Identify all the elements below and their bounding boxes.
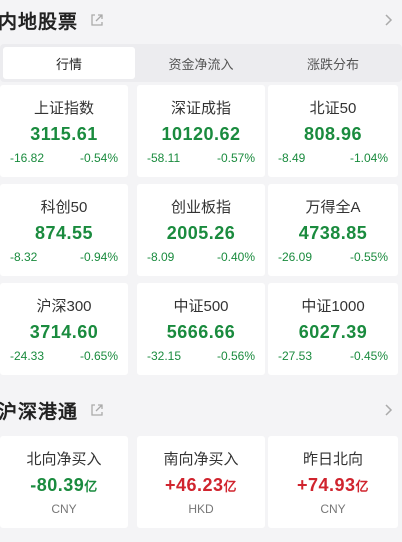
- flow-value: +46.23: [164, 475, 224, 495]
- index-card[interactable]: 创业板指 2005.26 -8.09 -0.40%: [137, 184, 265, 276]
- flow-card[interactable]: 昨日北向 +74.93亿 CNY: [268, 436, 398, 528]
- index-price: 4738.85: [298, 223, 368, 243]
- index-change-pct: -0.54%: [79, 151, 118, 165]
- index-price: 3115.61: [30, 124, 98, 144]
- index-change: -8.32: [10, 250, 38, 264]
- external-link-icon[interactable]: [90, 403, 104, 417]
- flow-value-row: +74.93亿: [268, 475, 398, 496]
- index-change-pct: -0.65%: [79, 349, 118, 363]
- chevron-right-icon[interactable]: [384, 13, 394, 27]
- index-price: 808.96: [303, 124, 363, 144]
- index-name: 万得全A: [305, 199, 361, 216]
- index-card[interactable]: 中证500 5666.66 -32.15 -0.56%: [137, 283, 265, 375]
- index-change: -16.82: [10, 151, 45, 165]
- index-card[interactable]: 万得全A 4738.85 -26.09 -0.55%: [268, 184, 398, 276]
- index-price: 6027.39: [298, 322, 368, 342]
- index-card[interactable]: 中证1000 6027.39 -27.53 -0.45%: [268, 283, 398, 375]
- index-name: 深证成指: [170, 100, 231, 117]
- connect-title: 沪深港通: [0, 401, 79, 423]
- index-change: -8.09: [147, 250, 175, 264]
- flow-card[interactable]: 南向净买入 +46.23亿 HKD: [137, 436, 265, 528]
- index-price: 874.55: [34, 223, 94, 243]
- index-name: 科创50: [40, 199, 88, 216]
- index-change-pct: -0.55%: [349, 250, 388, 264]
- index-change-pct: -0.94%: [79, 250, 118, 264]
- index-price: 2005.26: [166, 223, 236, 243]
- tab-net-inflow[interactable]: 资金净流入: [135, 47, 267, 79]
- index-card[interactable]: 深证成指 10120.62 -58.11 -0.57%: [137, 85, 265, 177]
- index-name: 上证指数: [33, 100, 94, 117]
- index-change-row: -8.49 -1.04%: [268, 151, 398, 165]
- flow-unit: 亿: [84, 479, 98, 494]
- market-tabs: 行情 资金净流入 涨跌分布: [0, 44, 402, 82]
- index-change-row: -24.33 -0.65%: [0, 349, 128, 363]
- index-name: 中证1000: [301, 298, 365, 315]
- index-change-row: -26.09 -0.55%: [268, 250, 398, 264]
- index-card[interactable]: 北证50 808.96 -8.49 -1.04%: [268, 85, 398, 177]
- flow-value: -80.39: [30, 475, 85, 495]
- connect-header[interactable]: 沪深港通: [0, 392, 402, 428]
- index-change: -8.49: [278, 151, 306, 165]
- index-change: -58.11: [147, 151, 181, 165]
- flow-unit: 亿: [223, 479, 238, 494]
- index-change-row: -27.53 -0.45%: [268, 349, 398, 363]
- chevron-right-icon[interactable]: [384, 403, 394, 417]
- flow-name: 昨日北向: [302, 451, 363, 468]
- index-name: 创业板指: [170, 199, 231, 216]
- flow-unit: 亿: [355, 479, 370, 494]
- index-name: 中证500: [173, 298, 229, 315]
- index-change: -24.33: [10, 349, 45, 363]
- index-change-pct: -0.40%: [216, 250, 255, 264]
- tab-distribution[interactable]: 涨跌分布: [267, 47, 399, 79]
- index-price: 10120.62: [161, 124, 241, 144]
- flow-value: +74.93: [296, 475, 356, 495]
- domestic-stocks-header[interactable]: 内地股票: [0, 2, 402, 38]
- index-change-row: -58.11 -0.57%: [137, 151, 265, 165]
- index-name: 北证50: [309, 100, 357, 117]
- index-change-pct: -0.56%: [216, 349, 255, 363]
- index-price: 5666.66: [166, 322, 236, 342]
- flow-name: 北向净买入: [26, 451, 102, 468]
- domestic-stocks-title: 内地股票: [0, 11, 79, 33]
- flow-card[interactable]: 北向净买入 -80.39亿 CNY: [0, 436, 128, 528]
- index-change: -26.09: [278, 250, 313, 264]
- flow-currency: HKD: [188, 502, 214, 516]
- flow-value-row: -80.39亿: [0, 475, 128, 496]
- index-change: -27.53: [278, 349, 313, 363]
- index-card[interactable]: 上证指数 3115.61 -16.82 -0.54%: [0, 85, 128, 177]
- flow-name: 南向净买入: [163, 451, 239, 468]
- flow-value-row: +46.23亿: [137, 475, 265, 496]
- index-change-pct: -1.04%: [349, 151, 388, 165]
- index-change-row: -32.15 -0.56%: [137, 349, 265, 363]
- flow-currency: CNY: [320, 502, 346, 516]
- index-card[interactable]: 沪深300 3714.60 -24.33 -0.65%: [0, 283, 128, 375]
- flow-currency: CNY: [51, 502, 77, 516]
- index-change: -32.15: [147, 349, 182, 363]
- external-link-icon[interactable]: [90, 13, 104, 27]
- index-change-pct: -0.45%: [349, 349, 388, 363]
- index-change-row: -8.09 -0.40%: [137, 250, 265, 264]
- index-card[interactable]: 科创50 874.55 -8.32 -0.94%: [0, 184, 128, 276]
- index-change-row: -8.32 -0.94%: [0, 250, 128, 264]
- index-name: 沪深300: [36, 298, 92, 315]
- index-price: 3714.60: [29, 322, 99, 342]
- index-change-pct: -0.57%: [216, 151, 255, 165]
- index-change-row: -16.82 -0.54%: [0, 151, 128, 165]
- tab-quotes[interactable]: 行情: [3, 47, 135, 79]
